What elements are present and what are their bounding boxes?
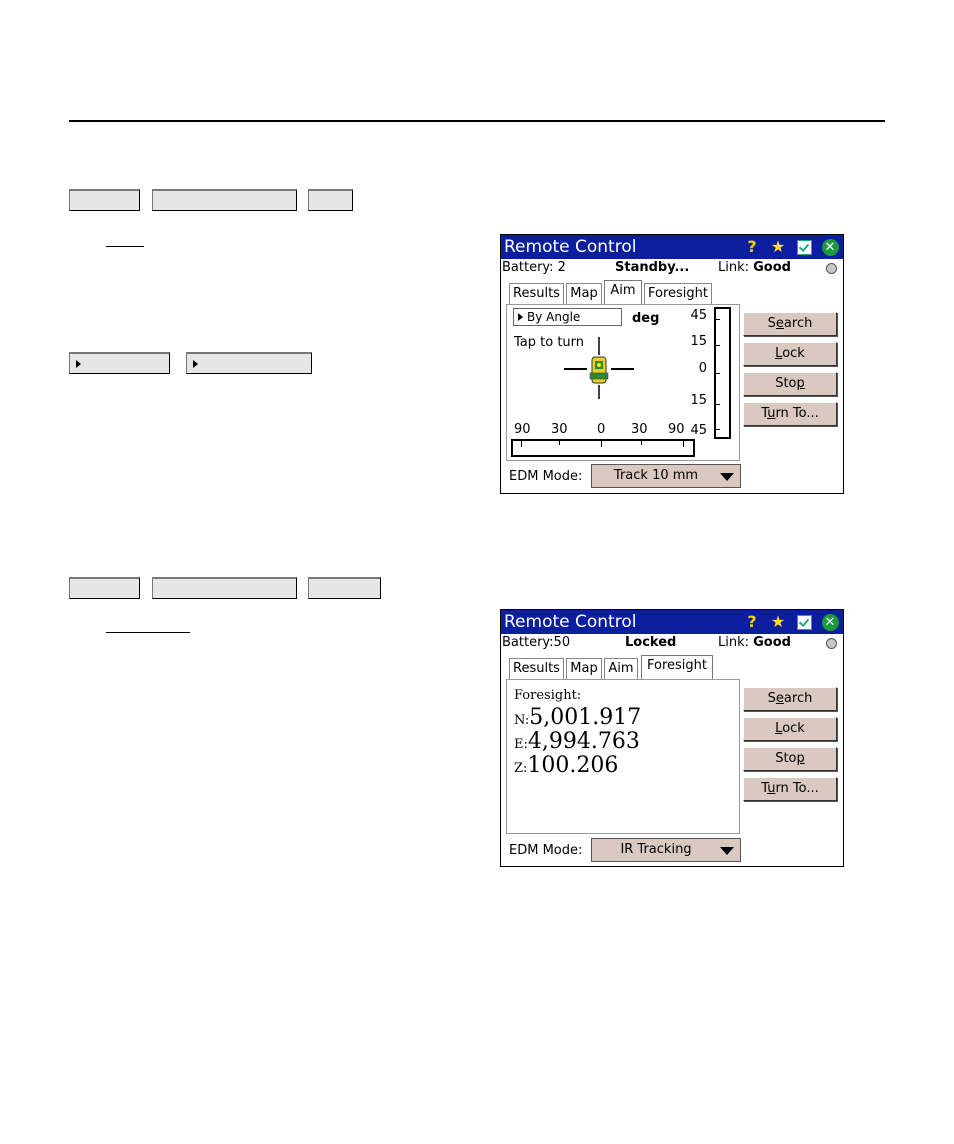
close-icon[interactable]: ✕ — [821, 238, 839, 256]
window-title: Remote Control — [504, 612, 637, 632]
tab-aim[interactable]: Aim — [604, 280, 642, 304]
softkey-button[interactable] — [69, 352, 170, 374]
horiz-tick-label: 90 — [668, 422, 685, 437]
remote-control-window-foresight: Remote Control ? ★ ✕ Battery:50 Locked L… — [500, 609, 844, 867]
help-icon[interactable]: ? — [743, 612, 761, 631]
title-bar: Remote Control ? ★ ✕ — [501, 235, 843, 259]
lock-button[interactable]: Lock — [743, 342, 837, 366]
edm-mode-label: EDM Mode: — [509, 843, 583, 858]
by-angle-label: By Angle — [527, 310, 581, 324]
tab-foresight[interactable]: Foresight — [641, 655, 713, 679]
header-rule — [69, 120, 885, 122]
horiz-tick-label: 30 — [631, 422, 648, 437]
edm-mode-select[interactable]: Track 10 mm — [591, 464, 741, 488]
search-button[interactable]: Search — [743, 312, 837, 336]
northing-value: 5,001.917 — [529, 705, 642, 730]
northing-label: N: — [514, 713, 530, 728]
easting-value: 4,994.763 — [527, 729, 640, 754]
star-icon[interactable]: ★ — [769, 612, 787, 631]
horiz-tick-label: 30 — [551, 422, 568, 437]
battery-status: Battery: 2 — [502, 260, 566, 275]
status-led-icon — [826, 638, 837, 649]
key-button[interactable] — [308, 577, 381, 599]
elevation-row: Z:100.206 — [514, 753, 618, 778]
search-button[interactable]: Search — [743, 687, 837, 711]
vertical-angle-bar[interactable] — [714, 307, 731, 439]
foresight-label: Foresight: — [514, 688, 582, 703]
horiz-tick-label: 0 — [597, 422, 606, 437]
edm-mode-value: IR Tracking — [620, 842, 692, 857]
vert-tick-label: 15 — [690, 393, 707, 408]
horiz-tick-label: 90 — [514, 422, 531, 437]
vert-tick-label: 45 — [690, 308, 707, 323]
instrument-status: Standby... — [615, 260, 690, 275]
key-button[interactable] — [152, 189, 297, 211]
tab-results[interactable]: Results — [509, 658, 564, 679]
turn-to-button[interactable]: Turn To... — [743, 777, 837, 801]
tab-foresight[interactable]: Foresight — [644, 283, 712, 304]
edm-mode-select[interactable]: IR Tracking — [591, 838, 741, 862]
softkey-button[interactable] — [186, 352, 312, 374]
title-bar: Remote Control ? ★ ✕ — [501, 610, 843, 634]
expand-arrow-icon — [518, 313, 523, 321]
window-title: Remote Control — [504, 237, 637, 257]
horizontal-angle-bar[interactable] — [511, 439, 695, 457]
status-bar: Battery:50 Locked Link: Good — [501, 634, 843, 652]
tab-map[interactable]: Map — [566, 658, 602, 679]
task-icon[interactable] — [795, 238, 813, 256]
star-icon[interactable]: ★ — [769, 237, 787, 256]
link-label: Link: — [718, 635, 754, 650]
tab-map[interactable]: Map — [566, 283, 602, 304]
key-button[interactable] — [308, 189, 353, 211]
elevation-label: Z: — [514, 761, 528, 776]
vert-tick-label: 15 — [690, 334, 707, 349]
easting-row: E:4,994.763 — [514, 729, 640, 754]
underline-mark — [106, 632, 190, 633]
key-button[interactable] — [152, 577, 297, 599]
link-status: Link: Good — [718, 634, 791, 652]
remote-control-window-aim: Remote Control ? ★ ✕ Battery: 2 Standby.… — [500, 234, 844, 494]
key-button[interactable] — [69, 577, 140, 599]
instrument-crosshair-icon[interactable] — [559, 335, 639, 405]
key-button[interactable] — [69, 189, 140, 211]
tab-aim[interactable]: Aim — [604, 658, 638, 679]
link-value: Good — [753, 635, 791, 650]
turn-to-button[interactable]: Turn To... — [743, 402, 837, 426]
stop-button[interactable]: Stop — [743, 372, 837, 396]
elevation-value: 100.206 — [527, 753, 619, 778]
vert-tick-label: 0 — [698, 361, 707, 376]
link-label: Link: — [718, 260, 754, 275]
status-bar: Battery: 2 Standby... Link: Good — [501, 259, 843, 277]
edm-mode-label: EDM Mode: — [509, 469, 583, 484]
northing-row: N:5,001.917 — [514, 705, 641, 730]
lock-button[interactable]: Lock — [743, 717, 837, 741]
status-led-icon — [826, 263, 837, 274]
edm-mode-value: Track 10 mm — [613, 468, 699, 483]
dropdown-arrow-icon — [720, 847, 734, 855]
dropdown-arrow-icon — [720, 473, 734, 481]
close-icon[interactable]: ✕ — [821, 613, 839, 631]
underline-mark — [106, 246, 144, 247]
instrument-status: Locked — [625, 635, 677, 650]
tab-results[interactable]: Results — [509, 283, 564, 304]
stop-button[interactable]: Stop — [743, 747, 837, 771]
aim-panel[interactable]: By Angle deg Tap to turn 45 15 0 15 45 9… — [506, 304, 740, 461]
link-value: Good — [753, 260, 791, 275]
foresight-panel: Foresight: N:5,001.917 E:4,994.763 Z:100… — [506, 679, 740, 834]
link-status: Link: Good — [718, 259, 791, 277]
angle-unit: deg — [632, 311, 660, 326]
by-angle-selector[interactable]: By Angle — [513, 308, 622, 326]
help-icon[interactable]: ? — [743, 237, 761, 256]
battery-status: Battery:50 — [502, 635, 571, 650]
easting-label: E: — [514, 737, 528, 752]
task-icon[interactable] — [795, 613, 813, 631]
